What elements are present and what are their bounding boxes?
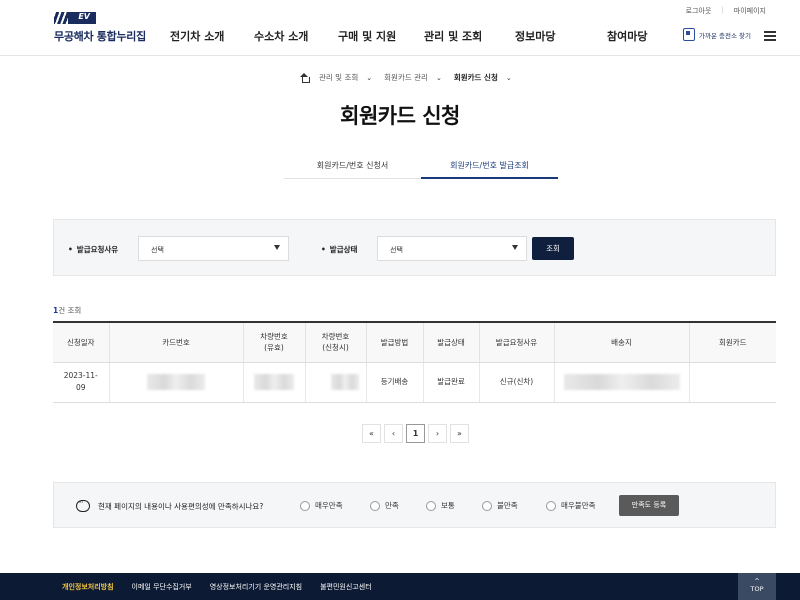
breadcrumb-item-current[interactable]: 회원카드 신청 [454, 72, 498, 83]
cell-vehicle-valid [242, 362, 305, 403]
survey-submit-button[interactable]: 만족도 등록 [619, 495, 679, 516]
cell-issue-status: 발급완료 [422, 362, 479, 403]
site-title: 무공해차 통합누리집 [54, 30, 146, 43]
search-panel: 발급요청사유 선택 발급상태 선택 조회 [53, 219, 776, 276]
cell-issue-reason: 신규(신차) [478, 362, 554, 403]
tab-card-application[interactable]: 회원카드/번호 신청서 [284, 158, 421, 179]
utility-nav: 로그아웃 | 마이페이지 [676, 6, 776, 16]
reason-select[interactable]: 선택 [138, 236, 289, 261]
chevron-down-icon[interactable]: ⌄ [506, 74, 512, 82]
header-divider [0, 55, 800, 56]
col-issue-status: 발급상태 [422, 321, 479, 363]
status-select[interactable]: 선택 [377, 236, 527, 261]
dropdown-arrow-icon [274, 245, 280, 250]
mypage-link[interactable]: 마이페이지 [724, 6, 776, 16]
radio-circle-icon [482, 500, 492, 511]
table-row: 2023-11- 09 등기배송 발급완료 신규(신차) [53, 362, 776, 403]
radio-circle-icon [546, 500, 556, 511]
ev-logo-mark: EV [54, 12, 96, 24]
site-logo[interactable]: EV 무공해차 통합누리집 [54, 12, 146, 44]
charger-finder-label: 가까운 충전소 찾기 [699, 31, 751, 40]
footer-privacy-link[interactable]: 개인정보처리방침 [62, 582, 114, 592]
redacted-vehicle-number [254, 374, 294, 390]
radio-unsatisfied[interactable]: 불만족 [482, 500, 518, 511]
breadcrumb-item-manage[interactable]: 관리 및 조회 [319, 72, 358, 83]
cell-vehicle-applied [304, 362, 366, 403]
issue-table: 신청일자 카드번호 차량번호 (유효) 차량번호 (신청시) 발급방법 발급상태 발… [53, 321, 776, 403]
nav-manage-lookup[interactable]: 관리 및 조회 [424, 28, 515, 44]
chevron-down-icon[interactable]: ⌄ [366, 74, 372, 82]
radio-very-satisfied[interactable]: 매우만족 [300, 500, 343, 511]
status-label: 발급상태 [321, 244, 358, 255]
footer-complaint-link[interactable]: 불편민원신고센터 [320, 582, 372, 592]
radio-circle-icon [370, 500, 380, 511]
logout-link[interactable]: 로그아웃 [676, 6, 722, 16]
col-vehicle-valid: 차량번호 (유효) [242, 321, 305, 363]
first-page-button[interactable]: « [362, 424, 381, 443]
radio-very-unsatisfied[interactable]: 매우불만족 [546, 500, 596, 511]
nav-purchase-support[interactable]: 구매 및 지원 [338, 28, 424, 44]
cell-apply-date: 2023-11- 09 [53, 362, 109, 403]
footer: 개인정보처리방침 이메일 무단수집거부 영상정보처리기기 운영관리지침 불편민원… [0, 573, 800, 600]
chevron-up-icon: ^ [754, 577, 760, 585]
pagination: « ‹ 1 › » [362, 424, 469, 443]
satisfaction-survey: 현재 페이지의 내용이나 사용편의성에 만족하시나요? 매우만족 만족 보통 불… [53, 482, 776, 528]
search-button[interactable]: 조회 [532, 237, 574, 260]
charger-finder-link[interactable]: 가까운 충전소 찾기 [683, 28, 751, 41]
cell-card-number [108, 362, 243, 403]
nav-hydrogen-intro[interactable]: 수소차 소개 [254, 28, 338, 44]
radio-neutral[interactable]: 보통 [426, 500, 455, 511]
redacted-address [563, 374, 680, 390]
tab-card-issue-lookup[interactable]: 회원카드/번호 발급조회 [421, 158, 558, 179]
page-title: 회원카드 신청 [340, 104, 460, 128]
footer-links: 개인정보처리방침 이메일 무단수집거부 영상정보처리기기 운영관리지침 불편민원… [62, 582, 390, 592]
col-issue-reason: 발급요청사유 [478, 321, 554, 363]
radio-circle-icon [426, 500, 436, 511]
radio-satisfied[interactable]: 만족 [370, 500, 399, 511]
chat-bubble-icon [76, 498, 90, 512]
table-header-row: 신청일자 카드번호 차량번호 (유효) 차량번호 (신청시) 발급방법 발급상태 발… [53, 321, 776, 363]
footer-cctv-link[interactable]: 영상정보처리기기 운영관리지침 [210, 582, 302, 592]
tab-bar: 회원카드/번호 신청서 회원카드/번호 발급조회 [284, 158, 558, 179]
nav-info[interactable]: 정보마당 [515, 28, 607, 44]
breadcrumb: 관리 및 조회 ⌄ 회원카드 관리 ⌄ 회원카드 신청 ⌄ [300, 72, 524, 83]
scroll-top-button[interactable]: ^ TOP [738, 573, 776, 600]
col-card-number: 카드번호 [108, 321, 243, 363]
col-vehicle-applied: 차량번호 (신청시) [304, 321, 366, 363]
redacted-vehicle-number [330, 374, 359, 390]
page-1-button[interactable]: 1 [406, 424, 425, 443]
radio-circle-icon [300, 500, 310, 511]
dropdown-arrow-icon [512, 245, 518, 250]
next-page-button[interactable]: › [428, 424, 447, 443]
col-member-card: 회원카드 [688, 321, 776, 363]
footer-email-link[interactable]: 이메일 무단수집거부 [132, 582, 192, 592]
cell-issue-method: 등기배송 [365, 362, 423, 403]
breadcrumb-item-card-manage[interactable]: 회원카드 관리 [384, 72, 428, 83]
menu-icon[interactable] [764, 31, 776, 41]
prev-page-button[interactable]: ‹ [384, 424, 403, 443]
col-issue-method: 발급방법 [365, 321, 423, 363]
reason-label: 발급요청사유 [68, 244, 118, 255]
col-apply-date: 신청일자 [53, 321, 109, 363]
main-nav: 전기차 소개 수소차 소개 구매 및 지원 관리 및 조회 정보마당 참여마당 [170, 28, 697, 44]
cell-member-card [688, 362, 776, 403]
home-icon[interactable] [300, 73, 310, 83]
result-count: 1건 조회 [53, 306, 82, 315]
col-delivery-address: 배송지 [553, 321, 689, 363]
last-page-button[interactable]: » [450, 424, 469, 443]
chevron-down-icon[interactable]: ⌄ [436, 74, 442, 82]
nav-ev-intro[interactable]: 전기차 소개 [170, 28, 254, 44]
redacted-card-number [147, 374, 205, 390]
survey-question: 현재 페이지의 내용이나 사용편의성에 만족하시나요? [98, 502, 264, 511]
cell-delivery-address [553, 362, 689, 403]
charger-icon [683, 28, 695, 41]
